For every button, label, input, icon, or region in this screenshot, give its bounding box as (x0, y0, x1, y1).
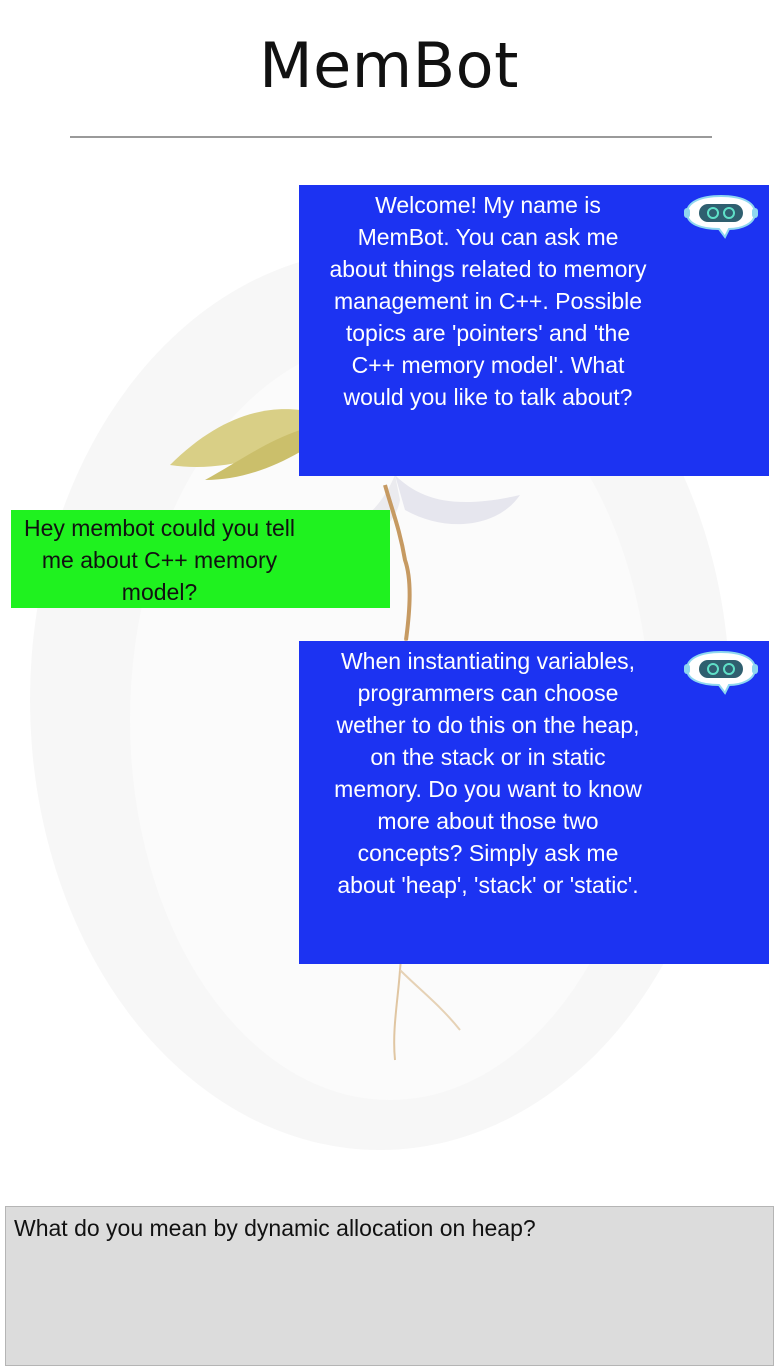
bot-message: Welcome! My name is MemBot. You can ask … (299, 185, 769, 476)
title-divider (70, 136, 712, 138)
robot-chat-icon (684, 650, 758, 695)
page-title: MemBot (259, 29, 519, 102)
user-message: Hey membot could you tell me about C++ m… (11, 510, 390, 608)
message-input-text: What do you mean by dynamic allocation o… (14, 1215, 536, 1241)
robot-chat-icon (684, 194, 758, 239)
bot-message-text: When instantiating variables, programmer… (334, 648, 642, 898)
message-input[interactable]: What do you mean by dynamic allocation o… (5, 1206, 774, 1366)
bot-message-text: Welcome! My name is MemBot. You can ask … (329, 192, 647, 410)
bot-message: When instantiating variables, programmer… (299, 641, 769, 964)
user-message-text: Hey membot could you tell me about C++ m… (23, 515, 295, 605)
